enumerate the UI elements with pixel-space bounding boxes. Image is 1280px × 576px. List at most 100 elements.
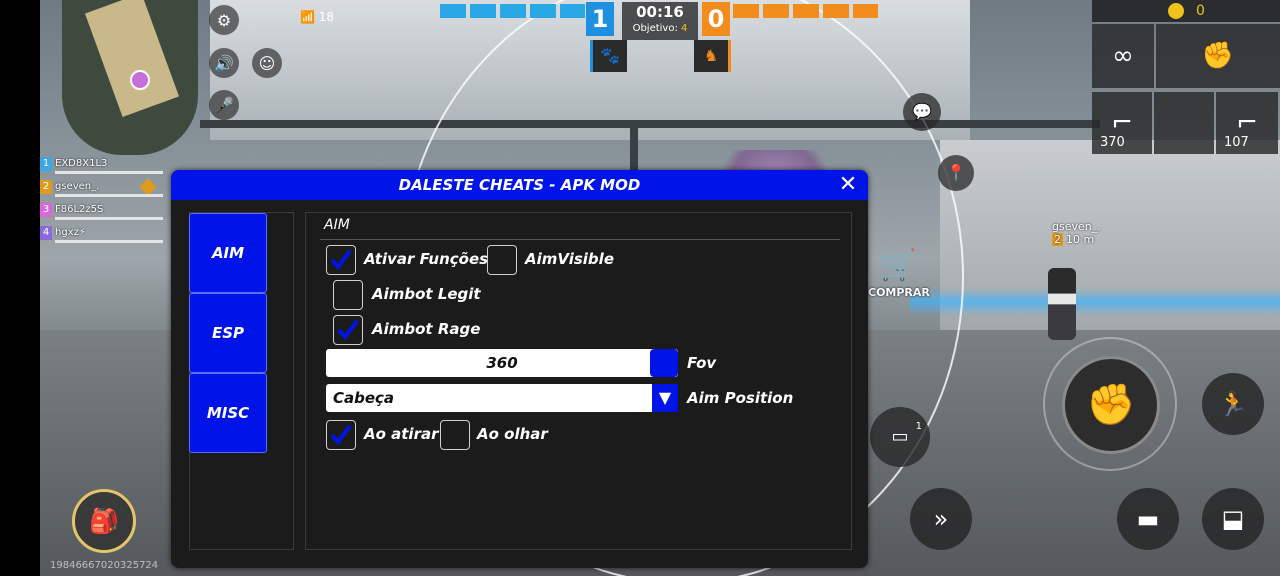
speaker-icon[interactable]: 🔊 bbox=[209, 48, 239, 78]
backpack-icon[interactable]: 🎒 bbox=[72, 489, 136, 553]
coin-icon bbox=[1168, 3, 1184, 19]
checkmark-icon bbox=[330, 424, 352, 445]
enemy-player bbox=[1048, 268, 1076, 340]
microphone-icon[interactable]: 🎤 bbox=[209, 90, 239, 120]
orange-score: 0 bbox=[702, 2, 730, 36]
blue-score: 1 bbox=[586, 2, 614, 36]
team-number: 2 bbox=[40, 180, 52, 194]
horse-emblem-icon: ♞ bbox=[694, 40, 731, 72]
energy-beam bbox=[910, 288, 1280, 316]
buy-button[interactable]: 🛒 COMPRAR bbox=[868, 246, 930, 310]
team-row: 4 hgxz⚡ bbox=[40, 225, 165, 243]
checkmark-icon bbox=[337, 319, 359, 340]
health-bar bbox=[55, 194, 163, 197]
prone-button[interactable]: ▬ bbox=[1117, 488, 1179, 550]
buy-label: COMPRAR bbox=[868, 286, 930, 299]
ammo-count: 107 bbox=[1224, 135, 1249, 150]
primary-weapon-slot[interactable]: ⌐ 370 bbox=[1092, 92, 1152, 154]
punch-fire-button[interactable]: ✊ bbox=[1062, 356, 1160, 454]
dropdown-arrow-icon[interactable]: ▼ bbox=[652, 384, 678, 412]
empty-weapon-slot[interactable] bbox=[1154, 92, 1214, 154]
minimap-road bbox=[84, 0, 180, 117]
player-uid: 19846667020325724 bbox=[50, 560, 159, 571]
ativar-funcoes-label: Ativar Funções bbox=[364, 250, 489, 268]
crouch-shoot-button[interactable]: 🏃 bbox=[1202, 373, 1264, 435]
aim-position-select[interactable]: Cabeça ▼ bbox=[326, 384, 678, 412]
melee-slot[interactable]: ✊ bbox=[1156, 24, 1280, 88]
location-pin-icon[interactable]: 📍 bbox=[938, 155, 974, 191]
panel-title: DALESTE CHEATS - APK MOD bbox=[171, 170, 868, 200]
team-name: F86L2z5S bbox=[55, 204, 104, 215]
aimbot-legit-checkbox[interactable] bbox=[333, 280, 363, 310]
ao-olhar-checkbox[interactable] bbox=[440, 420, 470, 450]
team-row: 2 gseven_. bbox=[40, 178, 165, 197]
fov-value: 360 bbox=[486, 354, 518, 372]
aimvisible-checkbox[interactable] bbox=[487, 245, 517, 275]
aimbot-rage-label: Aimbot Rage bbox=[372, 320, 481, 338]
ammo-count: 370 bbox=[1100, 135, 1125, 150]
ativar-funcoes-checkbox[interactable] bbox=[326, 245, 356, 275]
emote-smiley-icon[interactable]: ☺ bbox=[252, 48, 282, 78]
match-timer: 00:16 Objetivo: 4 bbox=[622, 2, 698, 40]
team-number: 4 bbox=[40, 226, 52, 240]
chat-bubble-icon[interactable]: 💬 bbox=[903, 93, 941, 131]
wifi-indicator: 📶 18 bbox=[300, 10, 334, 24]
tab-esp[interactable]: ESP bbox=[189, 293, 267, 373]
infinite-slot[interactable]: ∞ bbox=[1092, 24, 1154, 88]
team-number: 1 bbox=[40, 157, 52, 171]
cart-icon: 🛒 bbox=[879, 248, 917, 283]
ao-atirar-label: Ao atirar bbox=[364, 425, 439, 443]
aim-settings: AIM Ativar Funções AimVisible Aimbot Leg… bbox=[305, 212, 852, 550]
objective-value: 4 bbox=[681, 23, 688, 34]
infinity-icon: ∞ bbox=[1112, 41, 1134, 71]
aim-position-label: Aim Position bbox=[687, 389, 794, 407]
enemy-tag: gseven_. 2 10 m bbox=[1052, 220, 1101, 246]
coin-value: 0 bbox=[1196, 3, 1205, 19]
ao-atirar-checkbox[interactable] bbox=[326, 420, 356, 450]
cheat-menu-panel: DALESTE CHEATS - APK MOD ✕ AIM ESP MISC … bbox=[171, 170, 868, 568]
coin-bar: 0 bbox=[1092, 0, 1280, 22]
screen-bezel bbox=[0, 0, 40, 576]
fov-label: Fov bbox=[687, 354, 717, 372]
minimap[interactable] bbox=[62, 0, 198, 155]
tab-aim[interactable]: AIM bbox=[189, 213, 267, 293]
blue-team-bar bbox=[440, 4, 585, 18]
tab-misc[interactable]: MISC bbox=[189, 373, 267, 453]
aimbot-legit-label: Aimbot Legit bbox=[372, 285, 481, 303]
grenade-icon: ▭ bbox=[891, 426, 909, 447]
enemy-distance: 10 m bbox=[1066, 233, 1095, 246]
team-name: EXD8X1L3 bbox=[55, 158, 108, 169]
section-title: AIM bbox=[324, 217, 350, 233]
checkmark-icon bbox=[330, 249, 352, 270]
grenade-button[interactable]: ▭ 1 bbox=[870, 407, 930, 467]
ao-olhar-label: Ao olhar bbox=[477, 425, 548, 443]
health-bar bbox=[55, 171, 163, 174]
aim-position-value: Cabeça bbox=[333, 389, 395, 407]
enemy-name: gseven_. bbox=[1052, 220, 1101, 233]
fov-slider[interactable]: 360 bbox=[326, 349, 678, 377]
player-marker-icon bbox=[130, 70, 150, 90]
aimvisible-label: AimVisible bbox=[525, 250, 614, 268]
health-bar bbox=[55, 240, 163, 243]
ping-value: 18 bbox=[318, 10, 335, 24]
objective-line: Objetivo: 4 bbox=[622, 22, 698, 36]
close-icon[interactable]: ✕ bbox=[836, 173, 860, 197]
sprint-button[interactable]: » bbox=[910, 488, 972, 550]
enemy-level: 2 bbox=[1052, 233, 1063, 246]
fire-button-ring: ✊ bbox=[1043, 337, 1177, 471]
fov-slider-handle[interactable] bbox=[650, 349, 678, 377]
objective-label: Objetivo: bbox=[632, 23, 678, 34]
wifi-icon: 📶 bbox=[300, 10, 315, 24]
leader-badge-icon bbox=[139, 178, 157, 196]
aimbot-rage-checkbox[interactable] bbox=[333, 315, 363, 345]
health-bar bbox=[55, 217, 163, 220]
orange-team-bar bbox=[733, 4, 878, 18]
team-row: 1 EXD8X1L3 bbox=[40, 156, 165, 174]
fist-icon: ✊ bbox=[1201, 41, 1235, 71]
crouch-button[interactable]: ⬓ bbox=[1202, 488, 1264, 550]
settings-gear-icon[interactable]: ⚙ bbox=[209, 5, 239, 35]
secondary-weapon-slot[interactable]: ⌐ 107 bbox=[1216, 92, 1278, 154]
team-name: gseven_. bbox=[55, 181, 100, 192]
right-wall bbox=[940, 140, 1280, 350]
timer-value: 00:16 bbox=[636, 3, 684, 21]
